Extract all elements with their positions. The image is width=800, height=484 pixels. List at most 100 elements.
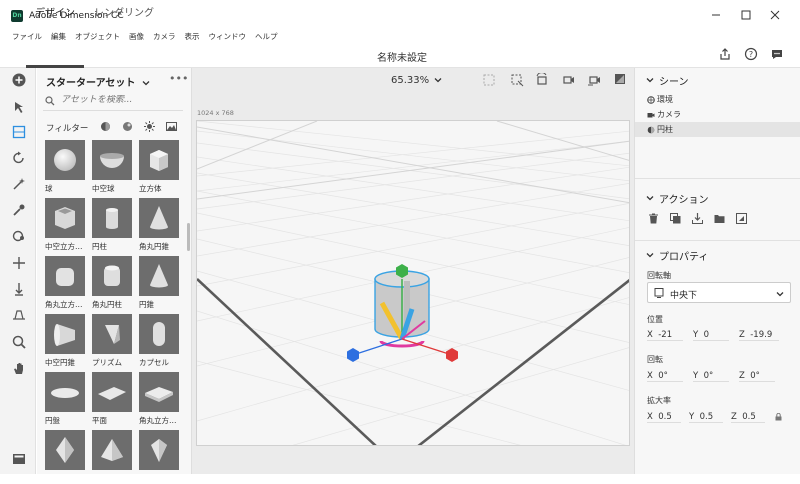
camera-dolly-icon[interactable] [587, 73, 601, 87]
asset-item[interactable]: プリズム [92, 314, 132, 368]
rotation-z-field[interactable]: Z 0° [739, 371, 775, 382]
scene-item-environment[interactable]: 環境 [657, 94, 673, 105]
asset-item[interactable] [139, 430, 179, 473]
divider [635, 178, 800, 179]
help-icon[interactable]: ? [744, 47, 758, 61]
feedback-icon[interactable] [770, 47, 784, 61]
canvas-size: 1024 x 768 [197, 109, 234, 117]
close-button[interactable] [768, 8, 782, 22]
zoom-level[interactable]: 65.33% [391, 75, 442, 86]
menu-help[interactable]: ヘルプ [255, 30, 278, 44]
asset-item[interactable]: カプセル [139, 314, 179, 368]
menu-file[interactable]: ファイル [12, 30, 42, 44]
menu-object[interactable]: オブジェクト [75, 30, 120, 44]
asset-label: 中空円錐 [45, 358, 75, 367]
chevron-down-icon[interactable] [646, 194, 654, 202]
asset-item[interactable]: 角丸立方… [45, 256, 85, 310]
more-options-icon[interactable]: ••• [169, 72, 188, 85]
lock-icon[interactable] [775, 413, 782, 421]
asset-item[interactable]: 円柱 [92, 198, 132, 252]
position-y-value: 0 [703, 330, 710, 340]
scene-item-camera[interactable]: カメラ [657, 109, 681, 120]
panel-toggle-icon[interactable] [11, 451, 27, 467]
filter-light-icon[interactable] [144, 121, 155, 132]
menu-camera[interactable]: カメラ [153, 30, 176, 44]
asset-item[interactable]: 平面 [92, 372, 132, 426]
chevron-down-icon[interactable] [646, 76, 654, 84]
tab-render[interactable]: レンダリング [94, 4, 154, 19]
group-folder-icon[interactable] [714, 213, 725, 224]
move-down-icon[interactable] [11, 281, 27, 297]
magic-wand-icon[interactable] [11, 176, 27, 192]
maximize-button[interactable] [739, 8, 753, 22]
chevron-down-icon[interactable] [646, 251, 654, 259]
filter-material-icon[interactable] [122, 121, 133, 132]
asset-panel-title[interactable]: スターターアセット [46, 74, 150, 89]
rotation-x-field[interactable]: X 0° [647, 371, 683, 382]
tab-design[interactable]: デザイン [35, 4, 75, 19]
pan-plus-icon[interactable] [11, 255, 27, 271]
camera-select-icon[interactable] [510, 73, 524, 87]
axis-z-label: Z [739, 330, 745, 340]
measure-icon[interactable] [11, 307, 27, 323]
eyedropper-icon[interactable] [11, 202, 27, 218]
delete-icon[interactable] [648, 213, 659, 224]
camera-orbit-icon[interactable] [535, 73, 549, 87]
asset-item[interactable] [45, 430, 85, 473]
asset-item[interactable]: 角丸立方… [139, 372, 179, 426]
3d-canvas[interactable] [196, 120, 630, 446]
render-preview-icon[interactable] [614, 73, 626, 85]
menu-view[interactable]: 表示 [185, 30, 200, 44]
asset-item[interactable]: 円錐 [139, 256, 179, 310]
asset-item[interactable]: 中空円錐 [45, 314, 85, 368]
frame-icon[interactable] [483, 74, 495, 86]
asset-item[interactable]: 球 [45, 140, 85, 194]
scale-z-field[interactable]: Z 0.5 [731, 412, 765, 423]
asset-scrollbar[interactable] [187, 223, 190, 251]
select-tool-icon[interactable] [11, 124, 27, 140]
camera-icon [647, 111, 655, 119]
position-y-field[interactable]: Y 0 [693, 330, 729, 341]
asset-thumbnail [139, 198, 179, 238]
asset-item[interactable]: 立方体 [139, 140, 179, 194]
scale-x-field[interactable]: X 0.5 [647, 412, 681, 423]
filter-image-icon[interactable] [166, 121, 177, 132]
asset-item[interactable]: 角丸円錐 [139, 198, 179, 252]
asset-item[interactable]: 角丸円柱 [92, 256, 132, 310]
rotate-tool-icon[interactable] [11, 150, 27, 166]
zoom-icon[interactable] [11, 334, 27, 350]
menu-window[interactable]: ウィンドウ [209, 30, 247, 44]
position-x-value: -21 [658, 330, 673, 340]
add-icon[interactable] [11, 72, 27, 88]
asset-item[interactable]: 円盤 [45, 372, 85, 426]
scene-title: シーン [659, 77, 689, 88]
minimize-button[interactable] [709, 8, 723, 22]
select-tool-icon[interactable] [11, 99, 27, 115]
asset-item[interactable]: 中空立方… [45, 198, 85, 252]
asset-thumbnail [92, 140, 132, 180]
drop-to-floor-icon[interactable] [692, 213, 703, 224]
search-input[interactable] [61, 95, 179, 105]
scale-y-value: 0.5 [699, 412, 714, 422]
asset-item[interactable] [92, 430, 132, 473]
duplicate-icon[interactable] [670, 213, 681, 224]
position-z-field[interactable]: Z -19.9 [739, 330, 779, 341]
position-x-field[interactable]: X -21 [647, 330, 683, 341]
asset-thumbnail [92, 314, 132, 354]
anchor-select[interactable]: 中央下 [647, 282, 791, 303]
align-icon[interactable] [736, 213, 747, 224]
chevron-down-icon [434, 76, 442, 84]
menu-edit[interactable]: 編集 [51, 30, 66, 44]
scale-y-field[interactable]: Y 0.5 [689, 412, 723, 423]
zoom-value: 65.33% [391, 75, 430, 86]
camera-pan-icon[interactable] [561, 73, 575, 87]
share-icon[interactable] [718, 47, 732, 61]
rotation-y-field[interactable]: Y 0° [693, 371, 729, 382]
axis-z-label: Z [731, 412, 737, 422]
hand-icon[interactable] [11, 360, 27, 376]
filter-model-icon[interactable] [100, 121, 111, 132]
scene-item-cylinder[interactable]: 円柱 [657, 124, 673, 135]
menu-image[interactable]: 画像 [129, 30, 144, 44]
paint-icon[interactable] [11, 228, 27, 244]
asset-item[interactable]: 中空球 [92, 140, 132, 194]
